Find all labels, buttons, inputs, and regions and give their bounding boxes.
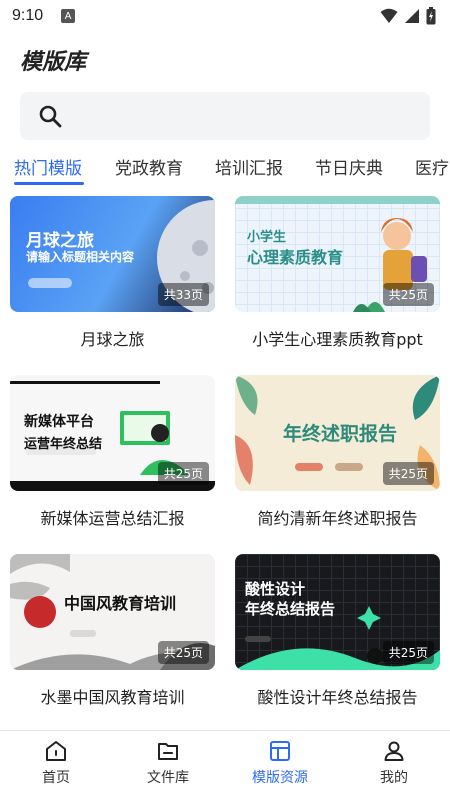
template-title[interactable]: 月球之旅 bbox=[10, 326, 215, 350]
folder-icon[interactable] bbox=[156, 739, 180, 763]
home-icon[interactable] bbox=[44, 739, 68, 763]
nav-templates[interactable]: 模版资源 bbox=[240, 739, 320, 787]
tab-hot-templates[interactable]: 热门模版 bbox=[14, 154, 82, 179]
nav-home-label: 首页 bbox=[42, 770, 70, 786]
tab-training-report[interactable]: 培训汇报 bbox=[215, 154, 283, 179]
search-input[interactable] bbox=[72, 107, 412, 125]
nav-templates-label: 模版资源 bbox=[252, 770, 308, 786]
wifi-icon bbox=[380, 8, 398, 23]
status-icons bbox=[380, 7, 436, 25]
template-thumbnail[interactable]: 酸性设计 年终总结报告 共25页 bbox=[235, 554, 440, 670]
template-title[interactable]: 新媒体运营总结汇报 bbox=[10, 505, 215, 529]
cellular-signal-icon bbox=[405, 9, 419, 23]
template-thumbnail[interactable]: 小学生 心理素质教育 共25页 bbox=[235, 196, 440, 312]
template-thumbnail[interactable]: 新媒体平台 运营年终总结 共25页 bbox=[10, 375, 215, 491]
template-icon[interactable] bbox=[268, 739, 292, 763]
thumbnail-subtitle: 心理素质教育 bbox=[247, 248, 344, 267]
page-count-badge: 共25页 bbox=[382, 462, 434, 485]
template-card[interactable]: 新媒体平台 运营年终总结 共25页 新媒体运营总结汇报 bbox=[10, 375, 215, 528]
active-tab-indicator bbox=[14, 182, 84, 185]
status-notification-icon: A bbox=[61, 9, 76, 23]
template-card[interactable]: 小学生 心理素质教育 共25页 小学生心理素质教育ppt bbox=[235, 196, 440, 349]
template-card[interactable]: 酸性设计 年终总结报告 共25页 酸性设计年终总结报告 bbox=[235, 554, 440, 707]
nav-home[interactable]: 首页 bbox=[16, 739, 96, 787]
status-time: 9:10 bbox=[12, 7, 44, 24]
status-bar: 9:10 A bbox=[0, 0, 450, 32]
thumbnail-title: 酸性设计 bbox=[245, 580, 306, 598]
category-tabs: 热门模版 党政教育 培训汇报 节日庆典 医疗 bbox=[0, 148, 450, 188]
template-card[interactable]: 中国风教育培训 共25页 水墨中国风教育培训 bbox=[10, 554, 215, 707]
page-count-badge: 共25页 bbox=[157, 462, 209, 485]
nav-profile-label: 我的 bbox=[380, 770, 408, 786]
thumbnail-title: 中国风教育培训 bbox=[64, 594, 177, 613]
page-count-badge: 共25页 bbox=[157, 641, 209, 664]
nav-files-label: 文件库 bbox=[147, 770, 189, 786]
thumbnail-title: 年终述职报告 bbox=[283, 423, 398, 445]
thumbnail-title: 新媒体平台 bbox=[24, 414, 94, 430]
bottom-navigation: 首页 文件库 模版资源 我的 bbox=[0, 730, 450, 800]
thumbnail-subtitle: 请输入标题相关内容 bbox=[26, 250, 135, 264]
nav-files[interactable]: 文件库 bbox=[128, 739, 208, 787]
tab-medical[interactable]: 医疗 bbox=[415, 154, 449, 179]
thumbnail-subtitle: 运营年终总结 bbox=[24, 437, 103, 452]
template-title[interactable]: 酸性设计年终总结报告 bbox=[235, 684, 440, 708]
page-count-badge: 共25页 bbox=[382, 283, 434, 306]
thumbnail-subtitle: 年终总结报告 bbox=[245, 600, 336, 618]
battery-charging-icon bbox=[426, 7, 436, 25]
template-thumbnail[interactable]: 年终述职报告 共25页 bbox=[235, 375, 440, 491]
page-count-badge: 共25页 bbox=[382, 641, 434, 664]
search-icon[interactable] bbox=[38, 104, 62, 128]
tab-festival[interactable]: 节日庆典 bbox=[315, 154, 383, 179]
tab-party-education[interactable]: 党政教育 bbox=[115, 154, 183, 179]
page-count-badge: 共33页 bbox=[157, 283, 209, 306]
template-title[interactable]: 水墨中国风教育培训 bbox=[10, 684, 215, 708]
user-icon[interactable] bbox=[382, 739, 406, 763]
nav-profile[interactable]: 我的 bbox=[354, 739, 434, 787]
template-title[interactable]: 简约清新年终述职报告 bbox=[235, 505, 440, 529]
template-card[interactable]: 年终述职报告 共25页 简约清新年终述职报告 bbox=[235, 375, 440, 528]
template-thumbnail[interactable]: 中国风教育培训 共25页 bbox=[10, 554, 215, 670]
thumbnail-title: 小学生 bbox=[247, 230, 287, 245]
template-title[interactable]: 小学生心理素质教育ppt bbox=[235, 326, 440, 350]
page-title: 模版库 bbox=[20, 50, 87, 75]
search-bar[interactable] bbox=[20, 92, 430, 140]
template-thumbnail[interactable]: 月球之旅 请输入标题相关内容 共33页 bbox=[10, 196, 215, 312]
template-card[interactable]: 月球之旅 请输入标题相关内容 共33页 月球之旅 bbox=[10, 196, 215, 349]
